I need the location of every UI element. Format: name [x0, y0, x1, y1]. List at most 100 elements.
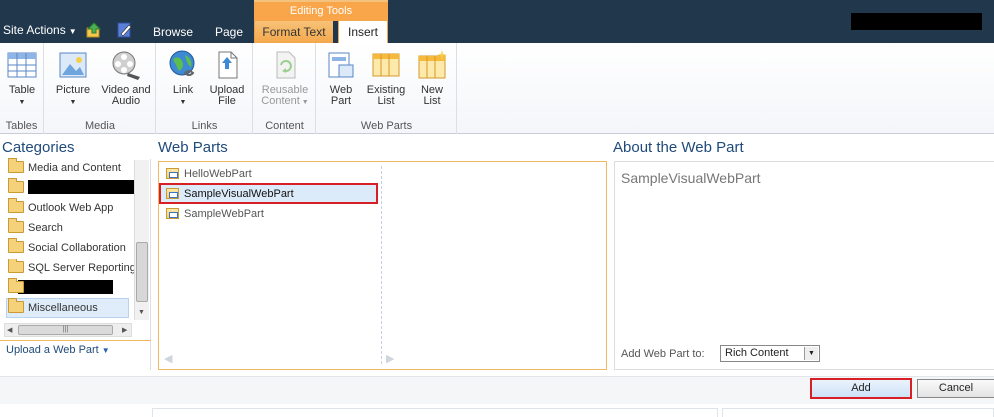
- web-part-label-line2: Part: [330, 95, 352, 107]
- category-item-redacted[interactable]: [8, 278, 113, 297]
- add-button[interactable]: Add: [810, 378, 912, 399]
- upload-web-part-label: Upload a Web Part: [6, 344, 99, 356]
- tab-insert[interactable]: Insert: [338, 20, 388, 44]
- previous-page-arrow-icon[interactable]: ◀: [164, 352, 172, 365]
- category-item-redacted[interactable]: [8, 178, 134, 197]
- folder-icon: [8, 198, 24, 213]
- horizontal-scrollbar-thumb[interactable]: |||: [18, 325, 113, 335]
- chevron-down-icon: ▼: [804, 347, 818, 360]
- category-item[interactable]: Social Collaboration: [8, 238, 126, 257]
- reusable-content-icon: [276, 51, 296, 79]
- existing-list-button[interactable]: Existing List: [363, 49, 409, 107]
- chevron-down-icon: ▼: [179, 99, 187, 106]
- video-reel-icon: [112, 51, 140, 80]
- site-actions-label: Site Actions: [3, 23, 66, 37]
- scroll-down-arrow-icon[interactable]: ▼: [138, 309, 145, 316]
- new-list-button[interactable]: New List: [413, 49, 451, 107]
- scroll-left-arrow-icon[interactable]: ◀: [7, 326, 12, 334]
- category-item[interactable]: Search: [8, 218, 63, 237]
- column-divider: [381, 166, 382, 364]
- existing-list-icon: [372, 53, 400, 77]
- category-item[interactable]: Outlook Web App: [8, 198, 113, 217]
- ribbon-group-tables: Table ▼ Tables: [0, 43, 44, 134]
- video-and-audio-button[interactable]: Video and Audio: [97, 49, 155, 107]
- ribbon: Table ▼ Tables Picture ▼ Video and Audio: [0, 43, 994, 134]
- folder-icon: [8, 278, 24, 293]
- site-actions-menu[interactable]: Site Actions ▼: [3, 23, 77, 37]
- category-label: Social Collaboration: [28, 242, 126, 254]
- chevron-down-icon: ▼: [18, 99, 26, 106]
- category-label: Search: [28, 222, 63, 234]
- category-label: SQL Server Reporting: [28, 262, 134, 274]
- web-parts-title: Web Parts: [158, 139, 228, 156]
- category-item[interactable]: SQL Server Reporting: [8, 259, 134, 277]
- table-icon: [7, 52, 37, 78]
- video-and-audio-label-line2: Audio: [111, 95, 141, 107]
- add-web-part-to-label: Add Web Part to:: [621, 348, 705, 360]
- web-part-item-selected[interactable]: SampleVisualWebPart: [166, 185, 294, 203]
- web-part-label: HelloWebPart: [184, 168, 252, 180]
- web-part-icon: [328, 52, 354, 78]
- category-item-selected[interactable]: Miscellaneous: [8, 298, 98, 317]
- upload-file-label-line2: File: [218, 95, 236, 107]
- tab-format-text[interactable]: Format Text: [254, 21, 333, 43]
- folder-icon: [8, 218, 24, 233]
- picture-label: Picture: [55, 84, 91, 96]
- web-part-label: SampleWebPart: [184, 208, 264, 220]
- page-zone-outline: [722, 408, 994, 417]
- web-part-label: SampleVisualWebPart: [184, 188, 294, 200]
- top-navigation-bar: Site Actions ▼ Browse Page Editing Tools …: [0, 0, 994, 44]
- chevron-down-icon: ▼: [69, 99, 77, 106]
- folder-icon: [8, 259, 24, 273]
- chevron-down-icon: ▼: [68, 27, 77, 36]
- web-part-button[interactable]: Web Part: [323, 49, 359, 107]
- ribbon-group-content: Reusable Content ▼ Content: [254, 43, 316, 134]
- vertical-scrollbar-thumb[interactable]: [136, 242, 148, 302]
- redacted-text: [28, 180, 134, 194]
- tab-page[interactable]: Page: [215, 25, 243, 39]
- category-item[interactable]: Media and Content: [8, 158, 121, 177]
- folder-icon: [8, 178, 24, 193]
- about-web-part-title: About the Web Part: [613, 139, 744, 156]
- new-list-label-line2: List: [423, 95, 441, 107]
- edit-page-icon[interactable]: [117, 22, 133, 38]
- group-label-links: Links: [191, 120, 218, 132]
- picture-button[interactable]: Picture ▼: [53, 49, 93, 108]
- web-part-icon: [166, 208, 179, 219]
- ribbon-group-links: Link ▼ Upload File Links: [157, 43, 253, 134]
- web-part-item[interactable]: SampleWebPart: [166, 205, 264, 223]
- folder-icon: [8, 298, 24, 313]
- scroll-right-arrow-icon[interactable]: ▶: [122, 326, 127, 334]
- group-label-tables: Tables: [5, 120, 38, 132]
- web-part-icon: [166, 188, 179, 199]
- table-button[interactable]: Table ▼: [4, 49, 40, 108]
- divider: [0, 340, 151, 341]
- group-label-media: Media: [85, 120, 115, 132]
- redacted-user-name: [851, 13, 982, 30]
- ribbon-group-media: Picture ▼ Video and Audio Media: [45, 43, 156, 134]
- upload-file-button[interactable]: Upload File: [206, 49, 248, 107]
- cancel-button[interactable]: Cancel: [917, 379, 994, 398]
- navigate-up-icon[interactable]: [86, 22, 102, 38]
- group-label-web-parts: Web Parts: [360, 120, 413, 132]
- about-web-part-name: SampleVisualWebPart: [621, 170, 761, 186]
- category-label: Miscellaneous: [28, 302, 98, 314]
- globe-link-icon: [169, 50, 195, 76]
- chevron-down-icon: ▼: [101, 346, 110, 355]
- upload-web-part-link[interactable]: Upload a Web Part ▼: [6, 344, 110, 356]
- reusable-content-button[interactable]: Reusable Content ▼: [258, 49, 312, 108]
- category-label: Media and Content: [28, 162, 121, 174]
- web-part-item[interactable]: HelloWebPart: [166, 165, 252, 183]
- web-part-icon: [166, 168, 179, 179]
- tab-browse[interactable]: Browse: [153, 25, 193, 39]
- zone-select-value: Rich Content: [725, 347, 789, 359]
- ribbon-group-web-parts: Web Part Existing List New List Web Part…: [317, 43, 457, 134]
- link-button[interactable]: Link ▼: [165, 49, 201, 108]
- next-page-arrow-icon[interactable]: ▶: [386, 352, 394, 365]
- web-part-zone-select[interactable]: Rich Content ▼: [720, 345, 820, 362]
- redacted-text: [18, 280, 113, 294]
- editing-tools-context-label: Editing Tools: [254, 0, 388, 21]
- table-label: Table: [8, 84, 36, 96]
- upload-file-icon: [218, 51, 238, 79]
- existing-list-label-line2: List: [377, 95, 395, 107]
